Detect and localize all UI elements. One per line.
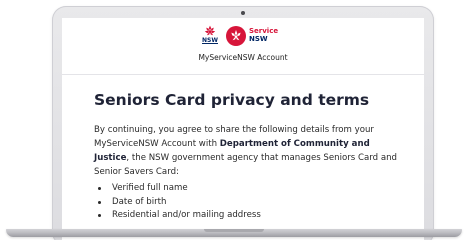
laptop-lid: NSW Service NSW MyServiceNSW Account Sen… <box>52 6 434 240</box>
device-mockup: NSW Service NSW MyServiceNSW Account Sen… <box>0 0 468 240</box>
laptop-base-notch <box>204 229 264 232</box>
waratah-icon <box>204 25 216 36</box>
service-nsw-line1: Service <box>249 27 279 35</box>
list-item: Date of birth <box>94 196 402 210</box>
shared-details-list: Verified full name Date of birth Residen… <box>94 182 402 223</box>
bullet-icon <box>98 187 101 190</box>
list-item: Residential and/or mailing address <box>94 209 402 223</box>
account-label: MyServiceNSW Account <box>198 53 288 62</box>
detail-full-name: Verified full name <box>112 183 188 193</box>
nsw-logo-text: NSW <box>202 37 218 44</box>
detail-date-of-birth: Date of birth <box>112 196 167 207</box>
bullet-icon <box>98 214 101 217</box>
laptop-base <box>6 229 462 237</box>
nsw-government-logo[interactable]: NSW <box>201 25 219 47</box>
detail-address: Residential and/or mailing address <box>112 210 261 220</box>
service-nsw-line2: NSW <box>249 35 268 43</box>
service-nsw-logo[interactable]: Service NSW <box>226 26 284 46</box>
service-nsw-logo-icon <box>226 26 246 46</box>
intro-suffix: , the NSW government agency that manages… <box>94 153 398 177</box>
service-nsw-wordmark: Service NSW <box>249 27 278 43</box>
bullet-icon <box>98 200 101 204</box>
intro-paragraph: By continuing, you agree to share the fo… <box>94 123 402 179</box>
header-divider <box>62 74 424 75</box>
main-content: Seniors Card privacy and terms By contin… <box>94 90 402 223</box>
brand-header: NSW Service NSW <box>62 24 424 50</box>
page-title: Seniors Card privacy and terms <box>94 91 370 109</box>
list-item: Verified full name <box>94 182 402 196</box>
webcam-icon <box>241 11 245 15</box>
laptop-screen: NSW Service NSW MyServiceNSW Account Sen… <box>62 18 424 240</box>
